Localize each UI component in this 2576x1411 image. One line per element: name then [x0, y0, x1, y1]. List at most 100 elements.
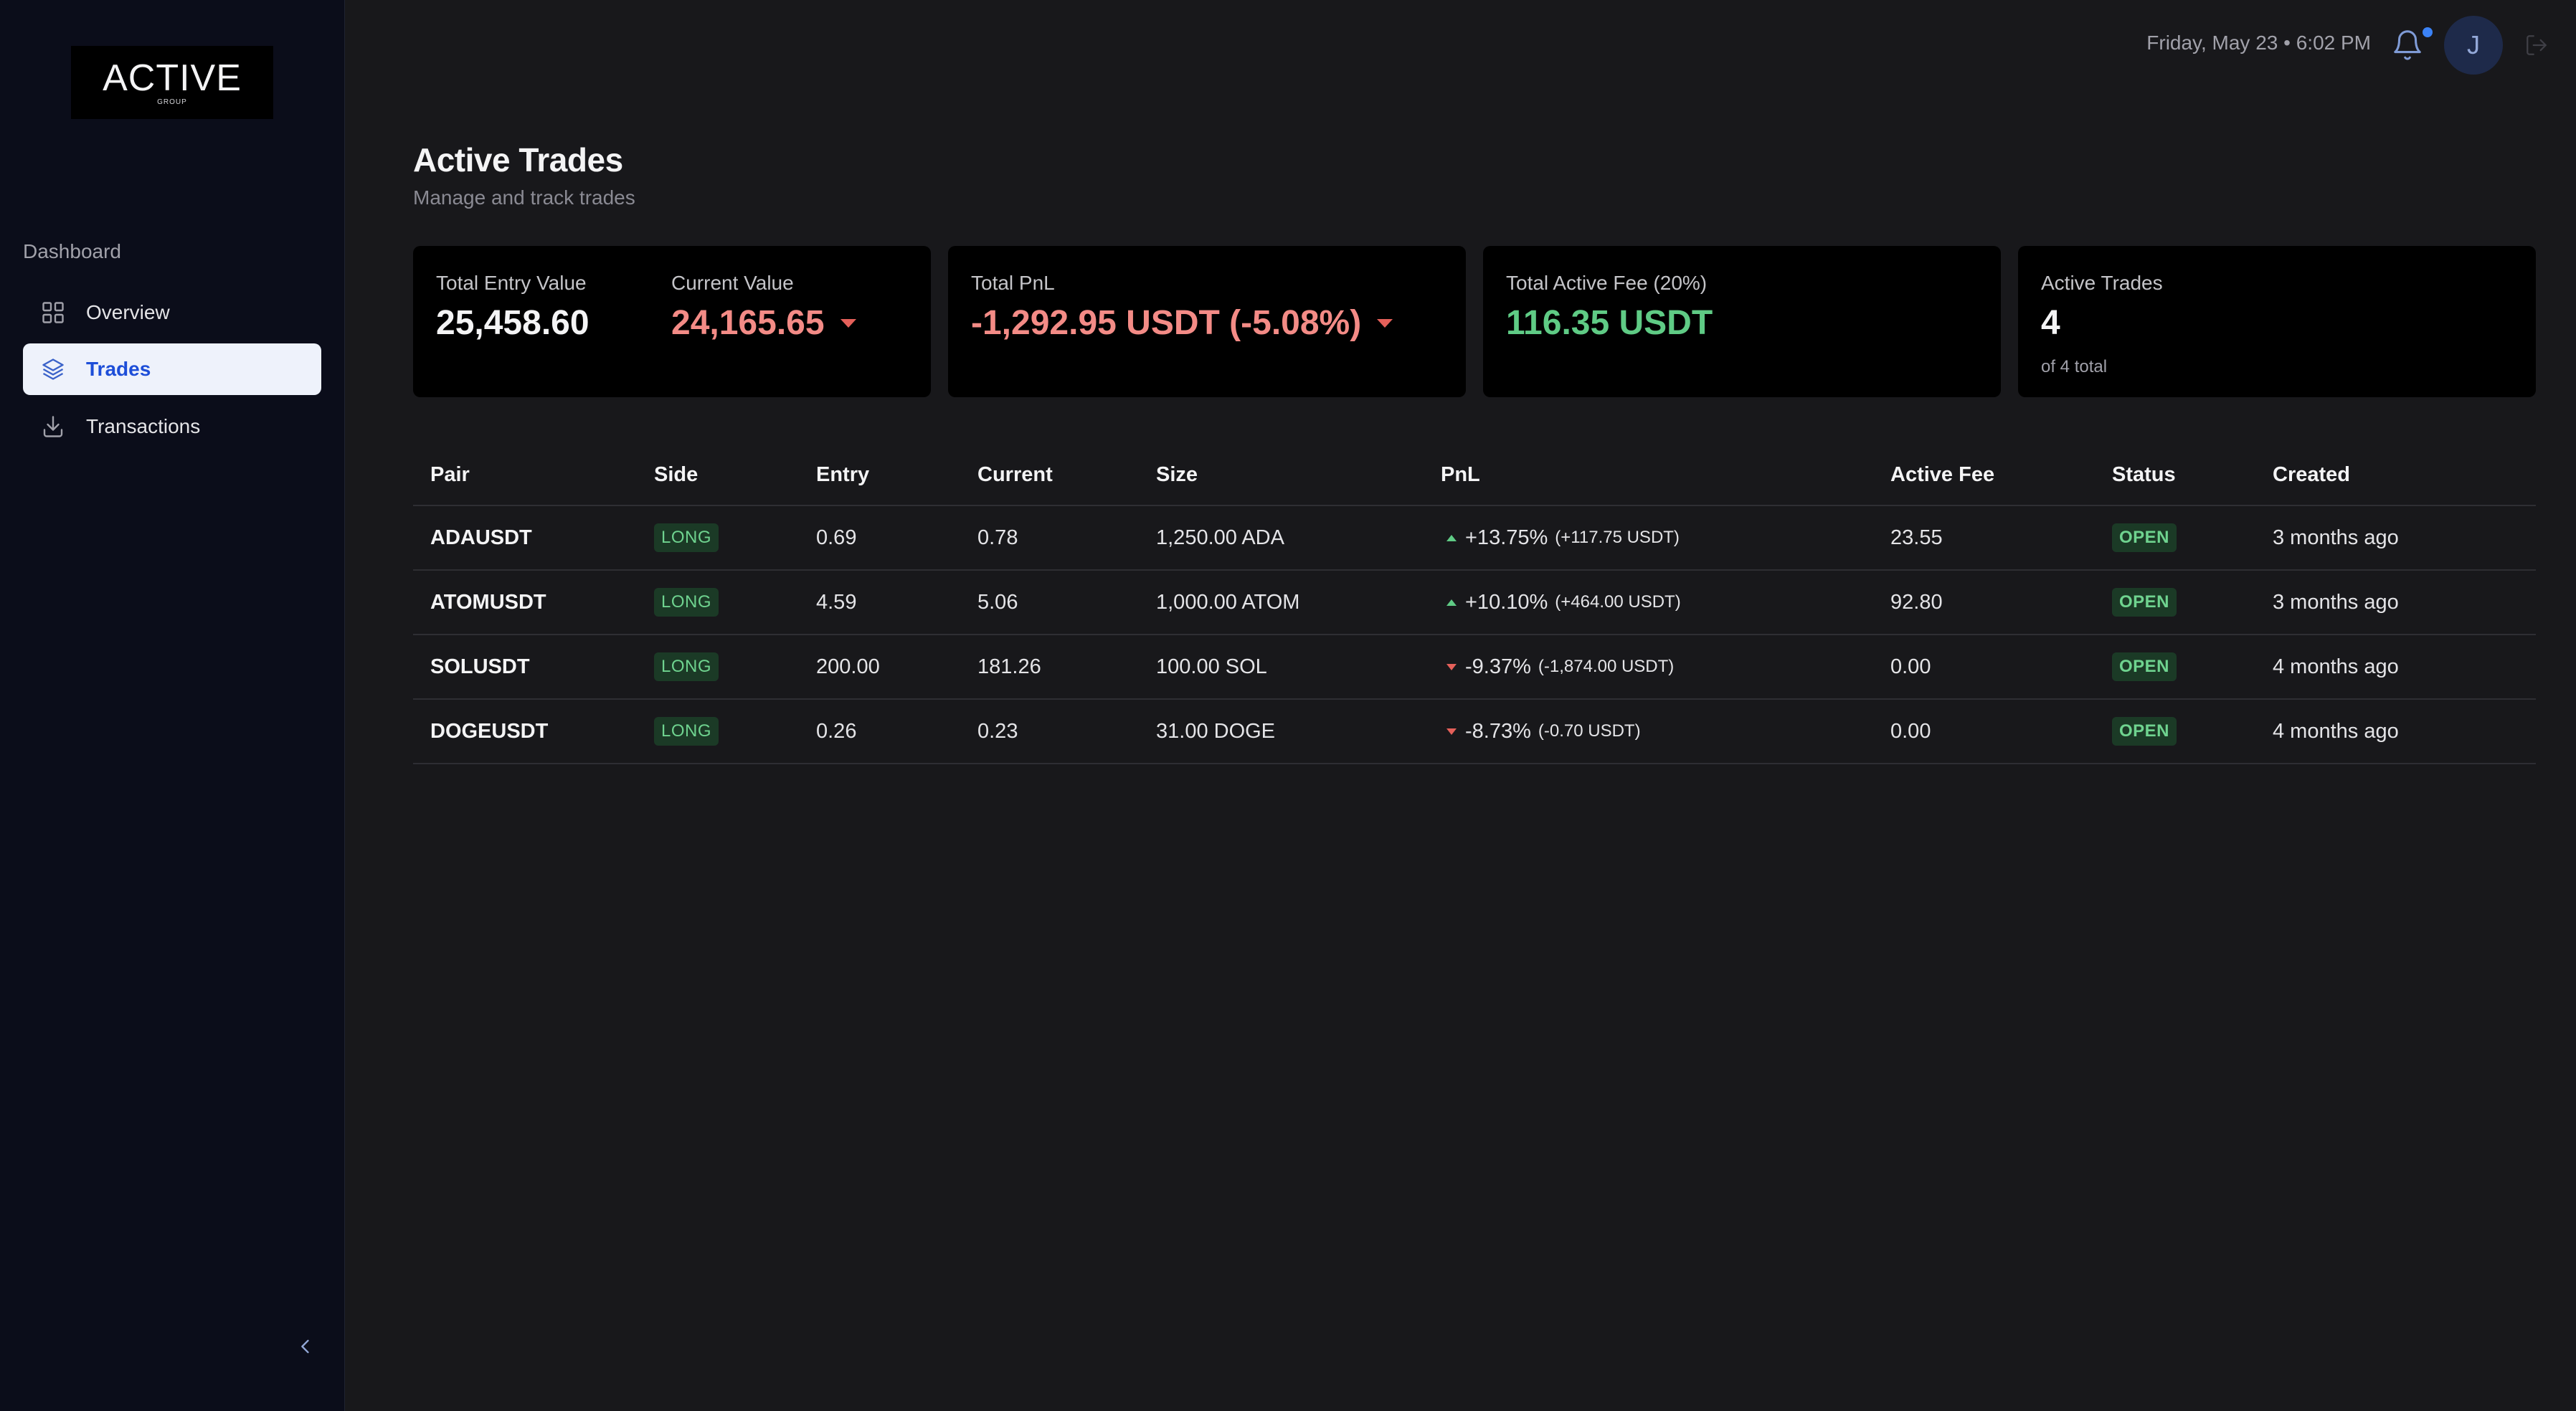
fee-card: Total Active Fee (20%) 116.35 USDT [1483, 246, 2001, 397]
trend-down-icon [1446, 728, 1457, 735]
created-cell: 3 months ago [2273, 590, 2399, 614]
pnl-cell: +13.75% (+117.75 USDT) [1441, 526, 1890, 550]
status-badge: OPEN [2112, 588, 2177, 617]
active-trades-card: Active Trades 4 of 4 total [2018, 246, 2536, 397]
trades-table: Pair Side Entry Current Size PnL Active … [413, 445, 2536, 764]
column-header-entry[interactable]: Entry [816, 463, 977, 487]
notifications-button[interactable] [2391, 29, 2424, 62]
entry-cell: 0.69 [816, 526, 857, 549]
sidebar-collapse-button[interactable] [293, 1335, 318, 1361]
current-value-label: Current Value [671, 272, 794, 294]
pnl-amount: (+117.75 USDT) [1555, 528, 1680, 547]
side-badge: LONG [654, 588, 719, 617]
sidebar-item-label: Transactions [86, 415, 201, 437]
entry-cell: 200.00 [816, 655, 880, 678]
pair-cell: ATOMUSDT [430, 590, 546, 614]
fee-cell: 23.55 [1890, 526, 1943, 549]
page-subtitle: Manage and track trades [413, 186, 635, 209]
chevron-left-icon [295, 1336, 316, 1360]
table-header: Pair Side Entry Current Size PnL Active … [413, 445, 2536, 506]
column-header-created[interactable]: Created [2273, 463, 2536, 487]
column-header-active-fee[interactable]: Active Fee [1890, 463, 2112, 487]
current-cell: 181.26 [977, 655, 1041, 678]
fee-value-text: 116.35 USDT [1506, 304, 1713, 342]
current-datetime: Friday, May 23 • 6:02 PM [2146, 32, 2371, 54]
pnl-cell: -8.73% (-0.70 USDT) [1441, 720, 1890, 743]
pair-cell: SOLUSDT [430, 655, 530, 678]
entry-value-block: Total Entry Value 25,458.60 [436, 272, 671, 343]
active-trades-value: 4 [2041, 303, 2513, 343]
trend-up-icon [1446, 599, 1457, 606]
size-cell: 31.00 DOGE [1156, 719, 1276, 743]
table-row[interactable]: SOLUSDT LONG 200.00 181.26 100.00 SOL -9… [413, 635, 2536, 700]
trend-down-icon [1377, 318, 1393, 328]
pair-cell: ADAUSDT [430, 526, 532, 549]
notification-dot [2423, 27, 2433, 37]
created-cell: 3 months ago [2273, 526, 2399, 549]
column-header-side[interactable]: Side [654, 463, 816, 487]
table-row[interactable]: DOGEUSDT LONG 0.26 0.23 31.00 DOGE -8.73… [413, 700, 2536, 764]
logout-icon [2524, 35, 2549, 60]
page-title: Active Trades [413, 141, 623, 179]
brand-logo[interactable]: ACTIVE GROUP [71, 46, 273, 119]
size-cell: 1,000.00 ATOM [1156, 590, 1300, 614]
current-value-text: 24,165.65 [671, 304, 825, 342]
bell-icon [2391, 30, 2424, 65]
current-cell: 0.23 [977, 719, 1018, 743]
sidebar-item-transactions[interactable]: Transactions [23, 401, 321, 452]
brand-sub: GROUP [157, 98, 187, 106]
side-badge: LONG [654, 717, 719, 746]
column-header-size[interactable]: Size [1156, 463, 1441, 487]
fee-cell: 0.00 [1890, 655, 1931, 678]
download-icon [39, 412, 67, 441]
side-badge: LONG [654, 523, 719, 552]
trend-down-icon [1446, 663, 1457, 670]
table-row[interactable]: ATOMUSDT LONG 4.59 5.06 1,000.00 ATOM +1… [413, 571, 2536, 635]
pnl-percent: +10.10% [1465, 590, 1548, 614]
fee-value: 116.35 USDT [1506, 303, 1978, 343]
size-cell: 1,250.00 ADA [1156, 526, 1284, 549]
size-cell: 100.00 SOL [1156, 655, 1267, 678]
pnl-percent: -8.73% [1465, 719, 1531, 743]
pair-cell: DOGEUSDT [430, 719, 549, 743]
nav-section-label: Dashboard [23, 240, 121, 262]
current-cell: 5.06 [977, 590, 1018, 614]
column-header-status[interactable]: Status [2112, 463, 2273, 487]
table-row[interactable]: ADAUSDT LONG 0.69 0.78 1,250.00 ADA +13.… [413, 506, 2536, 571]
status-badge: OPEN [2112, 652, 2177, 681]
pnl-percent: -9.37% [1465, 655, 1531, 678]
sidebar-item-overview[interactable]: Overview [23, 287, 321, 338]
pnl-value: -1,292.95 USDT (-5.08%) [971, 303, 1443, 343]
current-value: 24,165.65 [671, 303, 906, 343]
pnl-amount: (-1,874.00 USDT) [1538, 657, 1675, 676]
column-header-current[interactable]: Current [977, 463, 1156, 487]
column-header-pair[interactable]: Pair [413, 463, 654, 487]
layers-icon [39, 355, 67, 384]
entry-value-text: 25,458.60 [436, 304, 589, 342]
sidebar-item-label: Overview [86, 301, 170, 323]
pnl-cell: +10.10% (+464.00 USDT) [1441, 591, 1890, 614]
active-trades-sub: of 4 total [2041, 357, 2108, 376]
pnl-cell: -9.37% (-1,874.00 USDT) [1441, 655, 1890, 679]
current-cell: 0.78 [977, 526, 1018, 549]
created-cell: 4 months ago [2273, 719, 2399, 743]
fee-cell: 92.80 [1890, 590, 1943, 614]
pnl-card: Total PnL -1,292.95 USDT (-5.08%) [948, 246, 1466, 397]
pnl-percent: +13.75% [1465, 526, 1548, 549]
pnl-value-text: -1,292.95 USDT (-5.08%) [971, 304, 1362, 342]
sidebar-item-trades[interactable]: Trades [23, 343, 321, 395]
brand-name: ACTIVE [103, 57, 242, 99]
fee-label: Total Active Fee (20%) [1506, 272, 1708, 294]
sidebar-item-label: Trades [86, 358, 151, 380]
pnl-amount: (-0.70 USDT) [1538, 721, 1641, 741]
column-header-pnl[interactable]: PnL [1441, 463, 1890, 487]
trend-up-icon [1446, 534, 1457, 541]
avatar[interactable]: J [2444, 16, 2503, 75]
pnl-amount: (+464.00 USDT) [1555, 592, 1681, 612]
logout-button[interactable] [2524, 33, 2550, 59]
fee-cell: 0.00 [1890, 719, 1931, 743]
grid-icon [39, 298, 67, 327]
value-card: Total Entry Value 25,458.60 Current Valu… [413, 246, 931, 397]
created-cell: 4 months ago [2273, 655, 2399, 678]
sidebar: ACTIVE GROUP Dashboard Overview Trades T… [0, 0, 345, 1411]
